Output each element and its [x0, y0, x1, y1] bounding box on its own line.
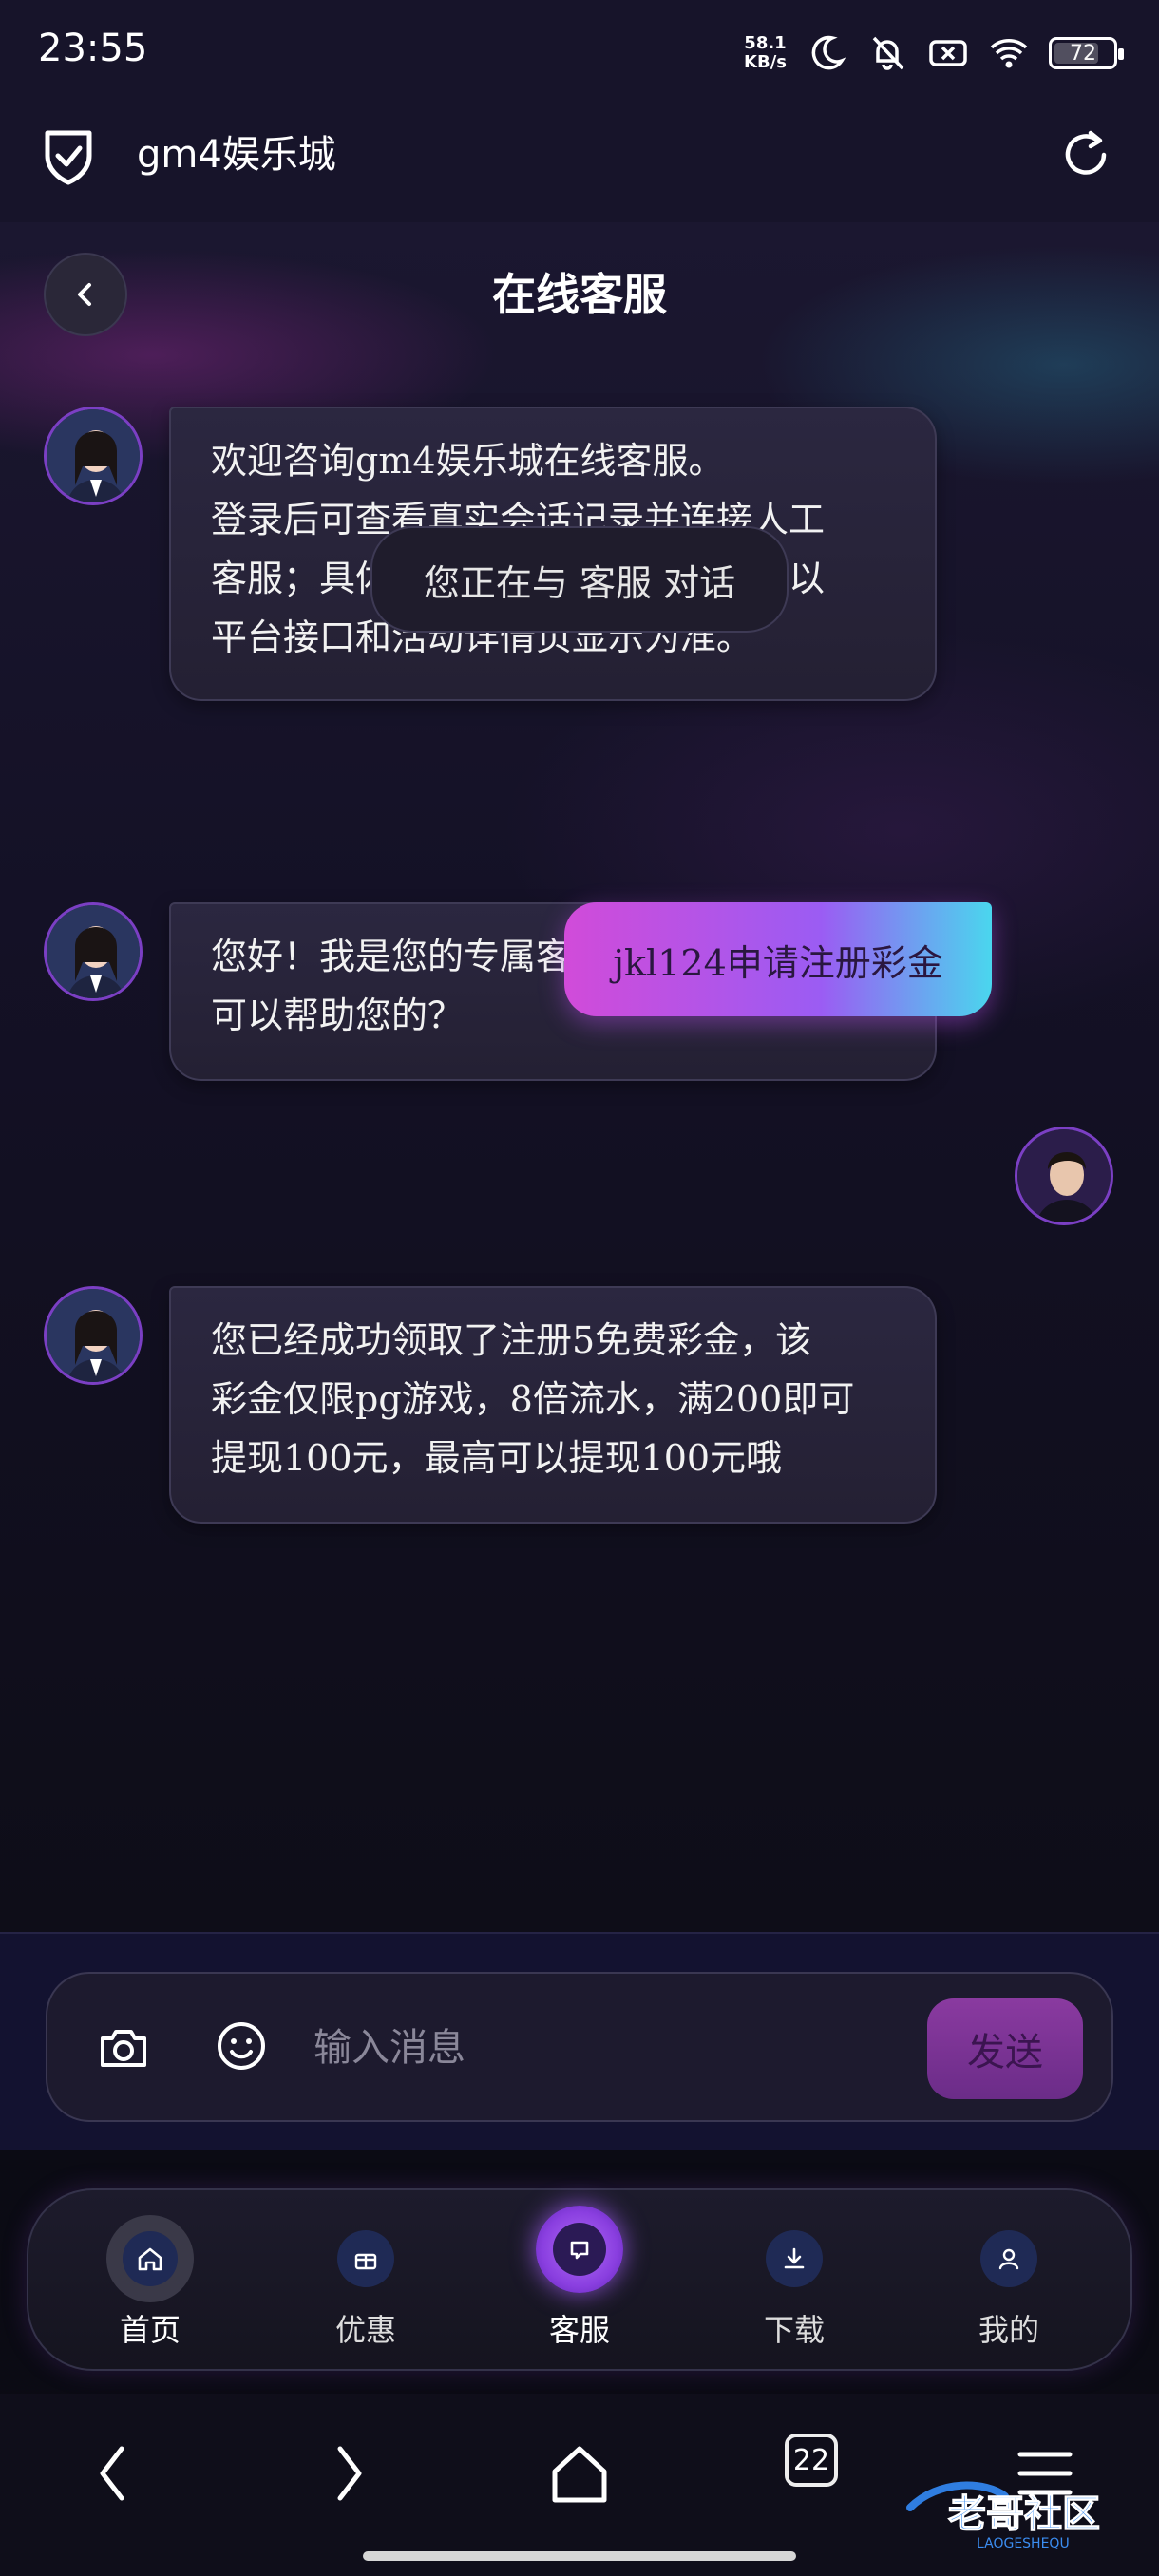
wifi-icon — [990, 39, 1028, 68]
tab-download-label: 下载 — [763, 2312, 825, 2348]
tab-offers[interactable]: 优惠 — [271, 2188, 461, 2371]
svg-text:LAOGESHEQU: LAOGESHEQU — [977, 2536, 1070, 2551]
tab-support-circle — [536, 2206, 623, 2293]
tab-offers-circle — [337, 2230, 394, 2287]
status-bar: 23:55 58.1 KB/s 72 — [0, 0, 1159, 106]
net-speed-unit: KB/s — [744, 52, 787, 72]
agent-avatar — [44, 902, 142, 1001]
net-speed: 58.1 KB/s — [744, 34, 787, 72]
user-message-bubble: jkl124申请注册彩金 — [564, 902, 992, 1016]
tab-support-label: 客服 — [548, 2312, 610, 2348]
message-input[interactable] — [314, 2002, 922, 2093]
bell-off-icon — [872, 36, 904, 70]
page-title: 在线客服 — [492, 269, 667, 320]
status-time: 23:55 — [38, 27, 148, 70]
send-button[interactable]: 发送 — [927, 1998, 1083, 2099]
site-title: gm4娱乐城 — [137, 133, 336, 177]
browser-forward-icon[interactable] — [310, 2435, 386, 2511]
sim-x-icon — [929, 40, 967, 66]
browser-back-icon[interactable] — [76, 2435, 152, 2511]
tab-offers-label: 优惠 — [334, 2312, 396, 2348]
tab-profile-label: 我的 — [978, 2312, 1039, 2348]
shield-check-icon[interactable] — [42, 125, 95, 186]
browser-home-icon[interactable] — [542, 2435, 618, 2511]
tab-download[interactable]: 下载 — [699, 2188, 889, 2371]
svg-text:老哥社区: 老哥社区 — [948, 2492, 1100, 2536]
message-line: 提现100元，最高可以提现100元哦 — [211, 1437, 783, 1479]
message-line: 您已经成功领取了注册5免费彩金，该 — [211, 1319, 812, 1361]
browser-bar: gm4娱乐城 — [0, 106, 1159, 222]
gift-icon — [354, 2253, 377, 2270]
user-icon — [998, 2248, 1019, 2270]
message-line: 欢迎咨询gm4娱乐城在线客服。 — [211, 440, 725, 482]
agent-avatar — [44, 1286, 142, 1385]
tab-profile-circle — [980, 2230, 1037, 2287]
system-notice-pill: 您正在与 客服 对话 — [370, 526, 788, 633]
tab-support[interactable]: 客服 — [484, 2188, 674, 2371]
tab-profile[interactable]: 我的 — [914, 2188, 1104, 2371]
net-speed-value: 58.1 — [744, 33, 787, 53]
agent-message-bubble: 您已经成功领取了注册5免费彩金，该 彩金仅限pg游戏，8倍流水，满200即可 提… — [169, 1286, 937, 1524]
home-icon — [138, 2247, 162, 2271]
composer: 发送 — [46, 1972, 1113, 2122]
message-line: 彩金仅限pg游戏，8倍流水，满200即可 — [211, 1378, 855, 1420]
composer-area: 发送 — [0, 1932, 1159, 2150]
tab-download-circle — [766, 2230, 823, 2287]
tab-home-label: 首页 — [119, 2312, 180, 2348]
download-icon — [784, 2247, 805, 2269]
moon-icon — [811, 35, 846, 70]
agent-avatar — [44, 407, 142, 505]
tab-count-button[interactable]: 22 — [785, 2434, 838, 2487]
tab-home[interactable]: 首页 — [55, 2188, 245, 2371]
chat-icon — [570, 2241, 589, 2260]
user-avatar — [1015, 1127, 1113, 1225]
watermark-logo: 老哥社区 LAOGESHEQU — [901, 2470, 1144, 2555]
battery-icon: 72 — [1049, 37, 1124, 69]
emoji-icon[interactable] — [213, 2017, 270, 2074]
reload-icon[interactable] — [1058, 127, 1113, 182]
home-indicator[interactable] — [363, 2551, 796, 2561]
tab-home-circle — [106, 2215, 194, 2302]
status-icons: 58.1 KB/s 72 — [744, 27, 1124, 80]
camera-icon[interactable] — [95, 2019, 152, 2076]
